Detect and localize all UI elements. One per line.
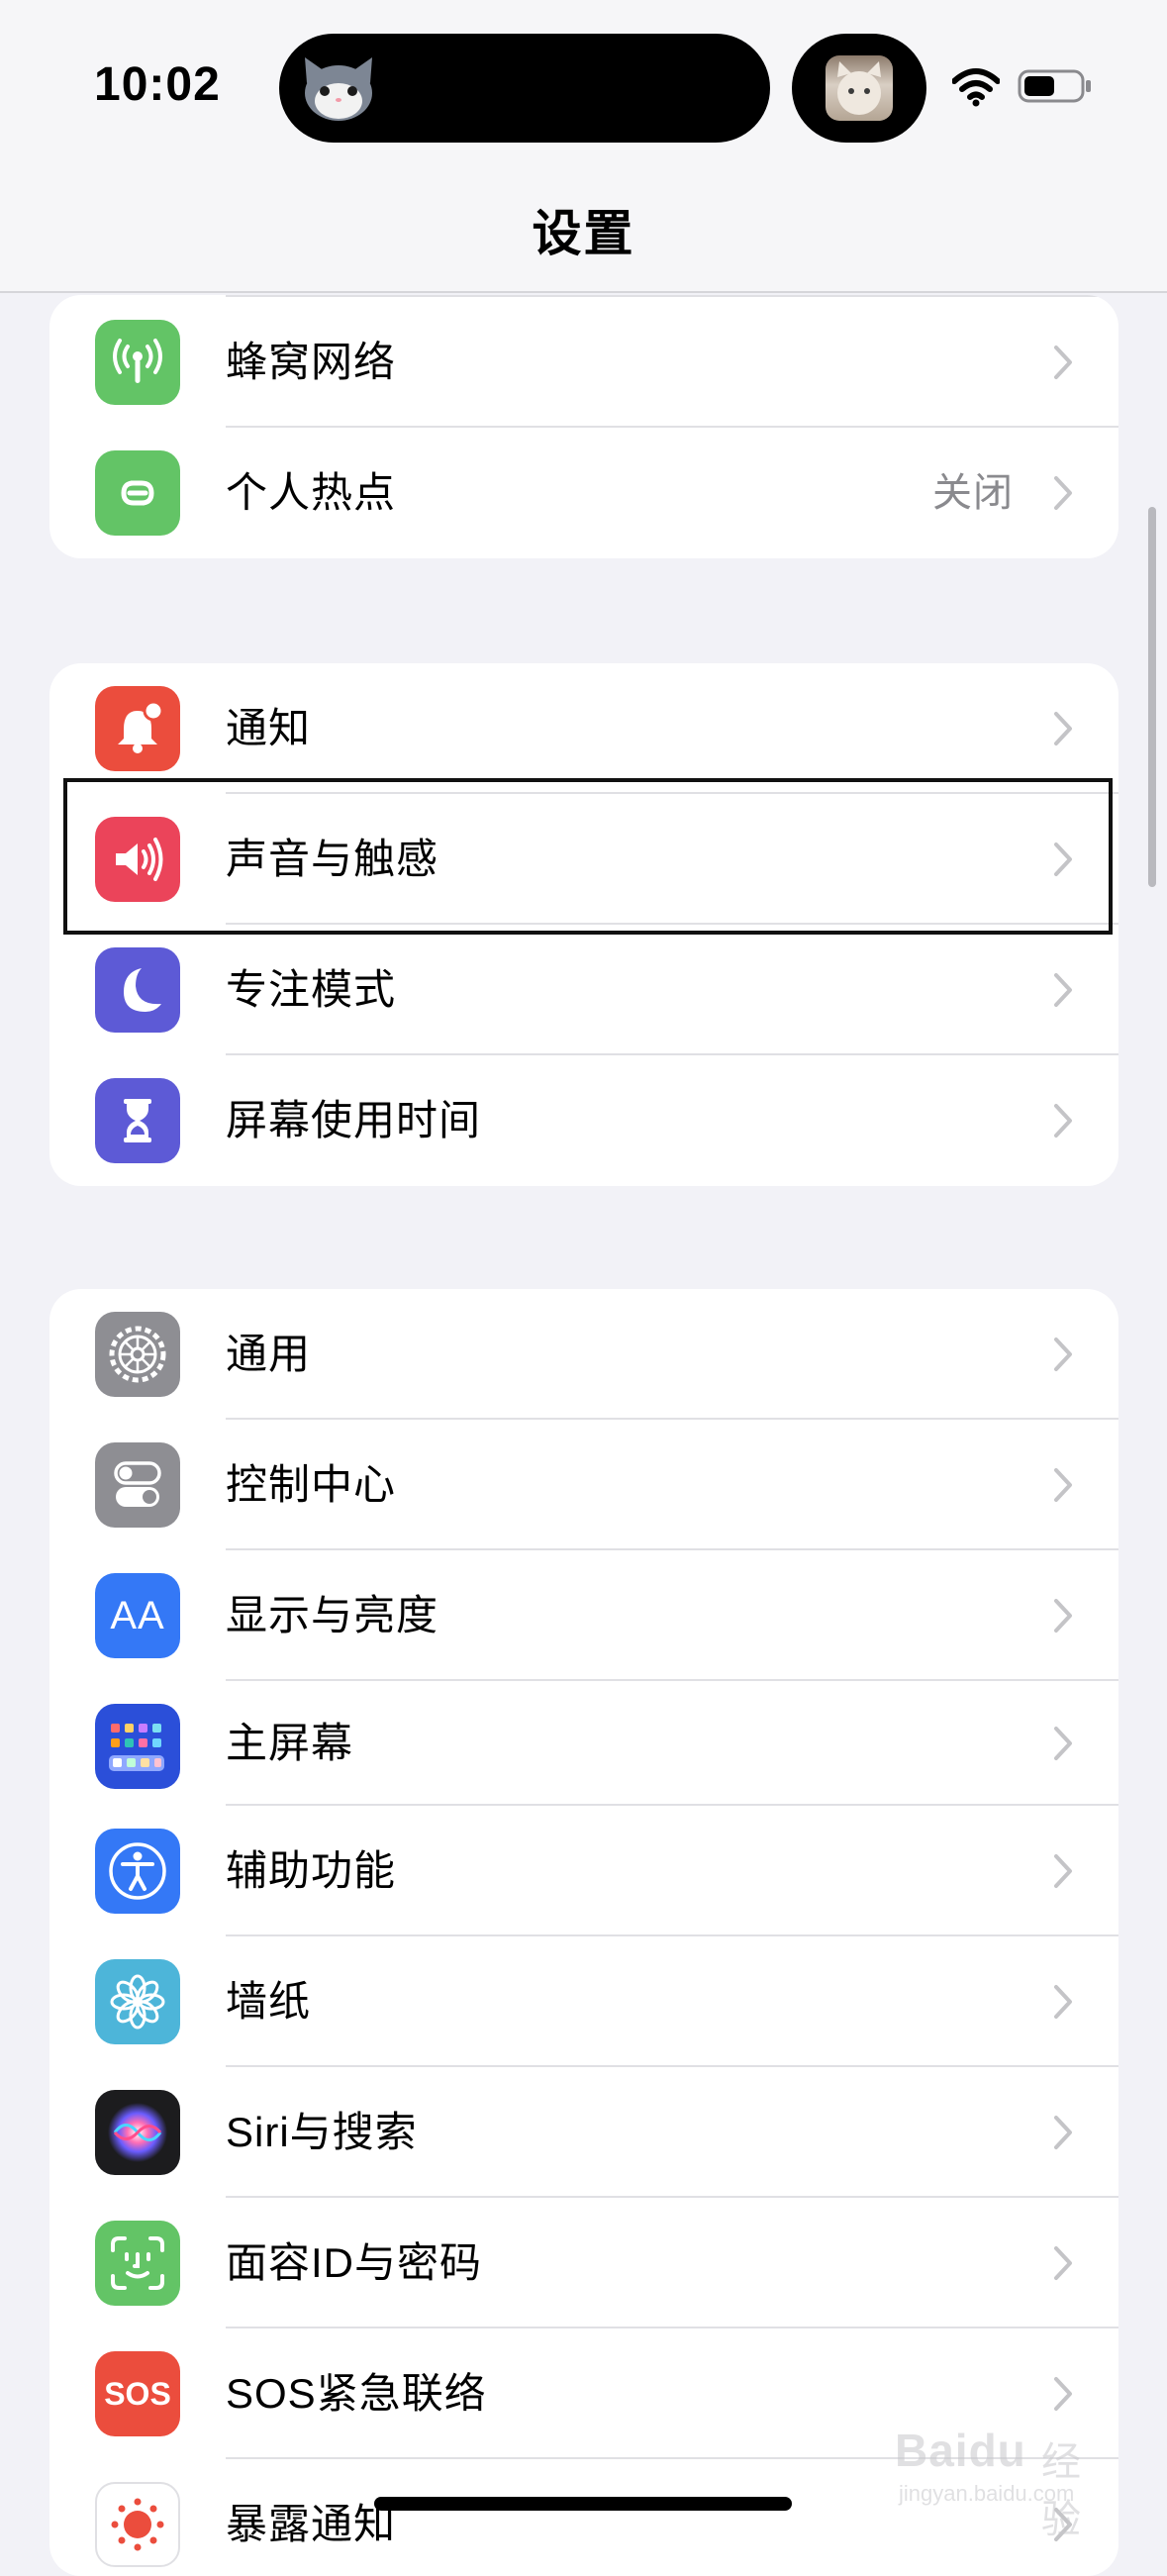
settings-row-faceid-passcode[interactable]: 面容ID与密码 [49,2198,1118,2328]
settings-row-label: 面容ID与密码 [226,2239,483,2286]
hourglass-icon [95,1078,180,1163]
accessibility-icon [95,1829,180,1914]
settings-row-label: 暴露通知 [226,2501,397,2547]
navigation-header: 10:02 设置 [0,0,1167,293]
settings-row-label: 声音与触感 [226,836,439,882]
settings-row-label: 墙纸 [226,1978,312,2025]
home-grid-icon [95,1704,180,1789]
live-activity-island[interactable] [792,34,926,143]
settings-row-cellular[interactable]: 蜂窝网络 [49,297,1118,428]
settings-row-label: 专注模式 [226,966,397,1013]
settings-row-screen-time[interactable]: 屏幕使用时间 [49,1055,1118,1186]
chevron-right-icon [1054,973,1072,1007]
hotspot-status-value: 关闭 [932,471,1014,515]
chevron-right-icon [1054,1338,1072,1371]
settings-row-label: Siri与搜索 [226,2109,418,2155]
settings-row-label: 通用 [226,1331,312,1377]
settings-row-label: 个人热点 [226,469,397,516]
sos-glyph: SOS [104,2375,171,2412]
chevron-right-icon [1054,346,1072,379]
chevron-right-icon [1054,1727,1072,1760]
chevron-right-icon [1054,2246,1072,2280]
settings-row-label: 显示与亮度 [226,1592,439,1638]
chevron-right-icon [1054,1599,1072,1633]
chevron-right-icon [1054,1468,1072,1502]
page-title: 设置 [532,206,635,261]
notification-icon [95,686,180,771]
status-time: 10:02 [94,58,221,111]
chevron-right-icon [1054,2377,1072,2411]
settings-row-label: SOS紧急联络 [226,2370,487,2417]
settings-row-home-screen[interactable]: 主屏幕 [49,1681,1118,1806]
wifi-icon [952,68,1000,107]
settings-row-focus[interactable]: 专注模式 [49,925,1118,1055]
chevron-right-icon [1054,1104,1072,1138]
chevron-right-icon [1054,712,1072,745]
settings-row-label: 屏幕使用时间 [226,1097,482,1143]
chevron-right-icon [1054,1854,1072,1888]
settings-row-wallpaper[interactable]: 墙纸 [49,1936,1118,2067]
moon-icon [95,947,180,1033]
settings-row-label: 主屏幕 [226,1720,354,1766]
watermark-brand: Baidu [895,2425,1026,2476]
watermark-logo: Baidu 经验 jingyan.baidu.com [891,2416,1118,2542]
toggles-icon [95,1442,180,1528]
settings-row-accessibility[interactable]: 辅助功能 [49,1806,1118,1936]
settings-row-display-brightness[interactable]: AA 显示与亮度 [49,1550,1118,1681]
home-indicator[interactable] [374,2497,792,2511]
dynamic-island[interactable] [279,34,770,143]
cat-photo-icon [826,55,893,121]
scroll-indicator[interactable] [1148,507,1156,887]
cat-avatar-icon [305,57,372,121]
settings-row-general[interactable]: 通用 [49,1289,1118,1420]
settings-row-hotspot[interactable]: 个人热点 关闭 [49,428,1118,558]
settings-row-label: 控制中心 [226,1461,397,1508]
exposure-icon [95,2482,180,2567]
settings-row-label: 通知 [226,705,312,751]
text-size-icon: AA [95,1573,180,1658]
battery-icon [1018,69,1091,103]
watermark-sub: jingyan.baidu.com [899,2481,1075,2506]
siri-icon [95,2090,180,2175]
gear-icon [95,1312,180,1397]
sos-icon: SOS [95,2351,180,2436]
chevron-right-icon [1054,476,1072,510]
settings-group-network: 蜂窝网络 个人热点 关闭 [49,295,1118,558]
chevron-right-icon [1054,1985,1072,2019]
faceid-icon [95,2221,180,2306]
chevron-right-icon [1054,842,1072,876]
settings-row-label: 蜂窝网络 [226,339,397,385]
chevron-right-icon [1054,2116,1072,2149]
settings-group-notifications: 通知 声音与触感 专注模式 屏幕使用时间 [49,663,1118,1186]
settings-row-siri-search[interactable]: Siri与搜索 [49,2067,1118,2198]
hotspot-icon [95,450,180,536]
settings-row-notifications[interactable]: 通知 [49,663,1118,794]
settings-group-general: 通用 控制中心 AA 显示与亮度 主屏幕 辅助功能 墙纸 Siri与搜索 面容I… [49,1289,1118,2576]
cellular-icon [95,320,180,405]
speaker-icon [95,817,180,902]
settings-row-control-center[interactable]: 控制中心 [49,1420,1118,1550]
settings-row-sounds-haptics[interactable]: 声音与触感 [49,794,1118,925]
text-size-glyph: AA [110,1593,165,1637]
flower-icon [95,1959,180,2044]
settings-row-label: 辅助功能 [226,1847,397,1894]
